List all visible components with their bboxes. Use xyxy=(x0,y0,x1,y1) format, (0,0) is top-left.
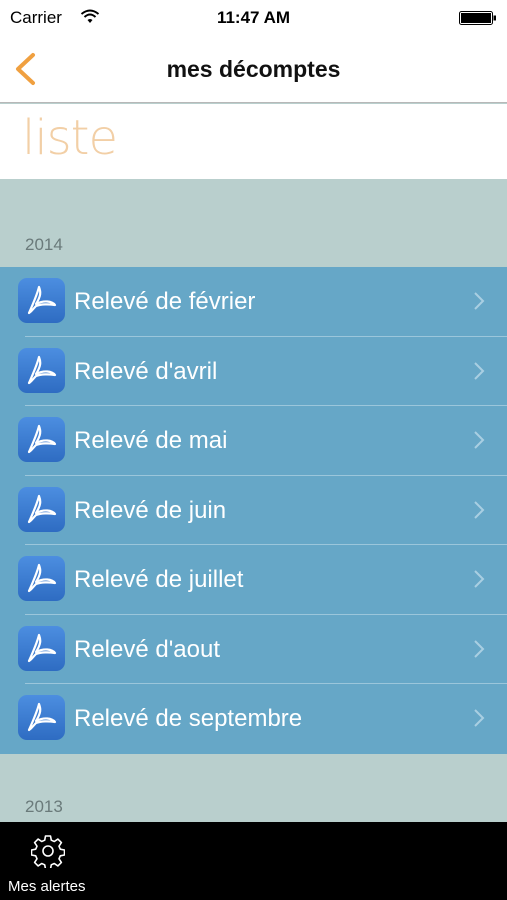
statement-label: Relevé de juillet xyxy=(74,566,244,593)
tab-bar: Mes alertes xyxy=(0,822,507,900)
statement-row[interactable]: Relevé de juillet xyxy=(0,545,507,615)
statement-label: Relevé de mai xyxy=(74,427,228,454)
section-title-bar: liste xyxy=(0,104,507,179)
statement-row[interactable]: Relevé de juin xyxy=(0,476,507,545)
pdf-icon xyxy=(18,556,65,601)
pdf-icon xyxy=(18,347,65,393)
navigation-bar: mes décomptes xyxy=(0,36,507,103)
chevron-right-icon xyxy=(474,500,485,519)
statement-row[interactable]: Relevé de février xyxy=(0,267,507,337)
statement-label: Relevé de juin xyxy=(74,496,227,524)
pdf-icon xyxy=(18,625,65,671)
list-title: liste xyxy=(22,110,118,166)
statement-label: Relevé d'avril xyxy=(74,357,218,385)
statement-row[interactable]: Relevé d'avril xyxy=(0,337,507,406)
statement-row[interactable]: Relevé de mai xyxy=(0,406,507,476)
statement-label: Relevé d'aout xyxy=(74,635,221,663)
battery-icon xyxy=(459,11,496,25)
chevron-right-icon xyxy=(474,361,485,380)
chevron-right-icon xyxy=(474,570,485,588)
clock: 11:47 AM xyxy=(216,8,291,27)
chevron-right-icon xyxy=(474,709,485,727)
statement-row[interactable]: Relevé de septembre xyxy=(0,684,507,754)
statement-row[interactable]: Relevé d'aout xyxy=(0,615,507,684)
chevron-right-icon xyxy=(474,292,485,310)
year-header: 2013 xyxy=(25,797,63,816)
pdf-icon xyxy=(18,417,65,462)
status-bar: Carrier 11:47 AM xyxy=(0,0,507,36)
statement-group-2014: Relevé de février Relevé d'avril Relevé … xyxy=(0,267,507,754)
gear-icon xyxy=(31,835,65,868)
tab-label: Mes alertes xyxy=(8,878,86,895)
year-header: 2014 xyxy=(25,235,63,254)
statement-label: Relevé de février xyxy=(74,288,256,315)
page-title: mes décomptes xyxy=(166,56,341,82)
pdf-icon xyxy=(18,278,65,323)
statements-list: 2014 Relevé de février Relevé d'avril Re… xyxy=(0,179,507,822)
tab-mes-alertes[interactable]: Mes alertes xyxy=(0,822,100,900)
pdf-icon xyxy=(18,695,65,740)
statement-label: Relevé de septembre xyxy=(74,705,303,732)
chevron-right-icon xyxy=(474,431,485,449)
chevron-right-icon xyxy=(474,639,485,658)
pdf-icon xyxy=(18,486,65,532)
